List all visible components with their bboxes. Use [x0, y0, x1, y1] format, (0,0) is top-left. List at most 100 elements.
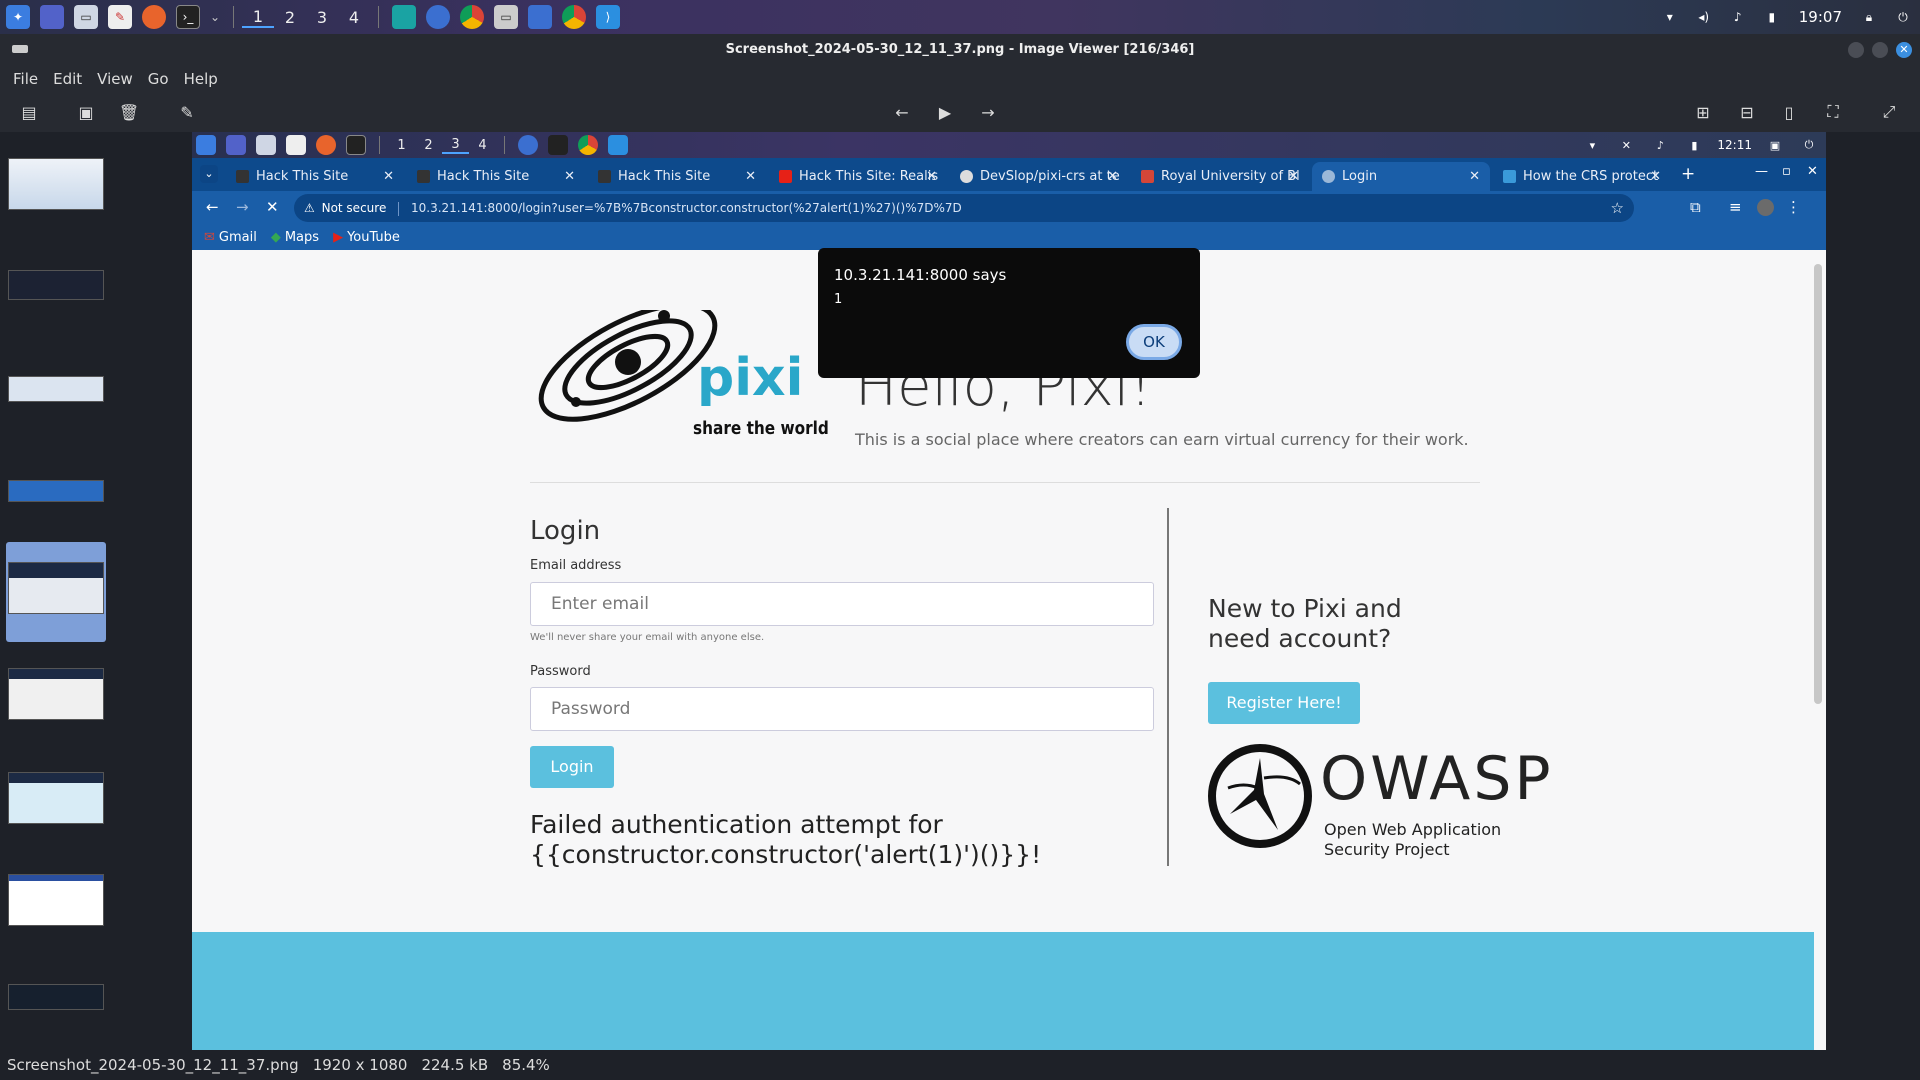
file-manager-icon[interactable]: ▭	[74, 5, 98, 29]
tab-close-icon: ✕	[745, 169, 756, 184]
save-icon[interactable]: ▣	[72, 98, 100, 126]
inner-workspace-2: 2	[424, 137, 433, 153]
extensions-icon: ⧉	[1690, 198, 1701, 216]
window-title: Screenshot_2024-05-30_12_11_37.png - Ima…	[725, 42, 1195, 57]
bookmark-gmail: Gmail	[218, 230, 257, 245]
thumbnail[interactable]	[8, 984, 104, 1010]
chevron-down-icon[interactable]: ⌄	[210, 5, 220, 29]
thumbnail[interactable]	[8, 668, 104, 720]
menu-go[interactable]: Go	[148, 70, 169, 88]
edit-icon[interactable]: ✎	[173, 98, 201, 126]
vscode-icon[interactable]: ⟩	[596, 5, 620, 29]
terminal-icon[interactable]: ›_	[176, 5, 200, 29]
tab: Royal University of Bl ✕	[1131, 162, 1309, 191]
minimize-button[interactable]	[1848, 42, 1864, 58]
tab-label: How the CRS protect	[1523, 169, 1659, 184]
bell-icon[interactable]: ♪	[1726, 5, 1750, 29]
thumbnail-sidebar	[0, 132, 190, 1050]
forward-arrow-icon: →	[236, 198, 249, 216]
chrome-icon[interactable]	[562, 5, 586, 29]
volume-icon[interactable]: ◂)	[1692, 5, 1716, 29]
thumbnail[interactable]	[8, 480, 104, 502]
tab-close-icon: ✕	[926, 169, 937, 184]
tab-favicon-icon	[236, 170, 249, 183]
slideshow-play-icon[interactable]: ▶	[931, 98, 959, 126]
fit-icon[interactable]: ⛶	[1819, 98, 1847, 126]
new-user-line1: New to Pixi and	[1208, 594, 1402, 623]
menu-edit[interactable]: Edit	[53, 70, 82, 88]
menu-view[interactable]: View	[97, 70, 133, 88]
youtube-favicon-icon	[779, 170, 792, 183]
browser-address-row: ← → ✕ ⚠ Not secure 10.3.21.141:8000/logi…	[192, 191, 1826, 225]
tab-search-icon: ⌄	[200, 165, 218, 183]
tab-close-icon: ✕	[383, 169, 394, 184]
inner-workspace-3: 3	[442, 137, 469, 154]
owasp-line1: Open Web Application	[1324, 820, 1502, 839]
chrome-icon[interactable]	[460, 5, 484, 29]
browser-tabstrip: ⌄ Hack This Site ✕ Hack This Site ✕ Hack T…	[192, 158, 1826, 191]
wifi-icon[interactable]: ▾	[1658, 5, 1682, 29]
workspace-4[interactable]: 4	[338, 8, 370, 27]
password-label: Password	[530, 664, 591, 679]
thumbnail[interactable]	[8, 158, 104, 210]
app-launcher-icon	[196, 135, 216, 155]
image-canvas: 1 2 3 4 ▾ ✕ ♪ ▮ 12:11 ▣ ⏻ ⌄ Hack This Si…	[192, 132, 1826, 1050]
minimize-icon: —	[1755, 164, 1768, 179]
zoom-out-icon[interactable]: ⊟	[1733, 98, 1761, 126]
thumbnail[interactable]	[8, 270, 104, 300]
close-button[interactable]: ✕	[1896, 42, 1912, 58]
tab-close-icon: ✕	[1288, 169, 1299, 184]
battery-icon[interactable]: ▮	[1760, 5, 1784, 29]
tab-label: DevSlop/pixi-crs at te	[980, 169, 1120, 184]
workspace-3[interactable]: 3	[306, 8, 338, 27]
window-group-icon[interactable]	[528, 5, 552, 29]
fail-message-line2: {{constructor.constructor('alert(1)')()}…	[530, 840, 1042, 869]
menu-file[interactable]: File	[13, 70, 38, 88]
text-editor-icon	[286, 135, 306, 155]
open-icon[interactable]: ▤	[15, 98, 43, 126]
app-icon[interactable]	[392, 5, 416, 29]
tab: Hack This Site ✕	[407, 162, 585, 191]
lock-icon: ▣	[1769, 138, 1781, 152]
next-arrow-icon[interactable]: →	[974, 98, 1002, 126]
thumbnail[interactable]	[8, 772, 104, 824]
bookmark-star-icon: ☆	[1610, 199, 1624, 217]
tab: DevSlop/pixi-crs at te ✕	[950, 162, 1128, 191]
menu-help[interactable]: Help	[184, 70, 218, 88]
thumbnail[interactable]	[8, 376, 104, 402]
workspace-2[interactable]: 2	[274, 8, 306, 27]
maximize-icon: ▫	[1782, 164, 1791, 179]
text-editor-icon[interactable]: ✎	[108, 5, 132, 29]
chrome-group-icon[interactable]	[426, 5, 450, 29]
delete-icon[interactable]: 🗑︎	[115, 98, 143, 126]
power-icon[interactable]: ⏻	[1891, 5, 1915, 29]
maximize-button[interactable]	[1872, 42, 1888, 58]
email-help-text: We'll never share your email with anyone…	[530, 632, 765, 643]
app-launcher-icon[interactable]: ✦	[6, 5, 30, 29]
workspace-1[interactable]: 1	[242, 7, 274, 28]
hero-subtitle: This is a social place where creators ca…	[855, 430, 1469, 449]
tab-close-icon: ✕	[1107, 169, 1118, 184]
thumbnail-selected[interactable]	[8, 562, 104, 614]
web-page: pixi share the world Hello, Pixi! This i…	[192, 248, 1826, 1050]
folder-group-icon[interactable]: ▭	[494, 5, 518, 29]
vertical-divider	[1167, 508, 1169, 866]
zoom-in-icon[interactable]: ⊞	[1689, 98, 1717, 126]
lock-icon[interactable]: 🔒︎	[1857, 5, 1881, 29]
divider	[378, 6, 379, 28]
firefox-icon	[316, 135, 336, 155]
original-size-icon[interactable]: ▯	[1775, 98, 1803, 126]
bookmark-maps: Maps	[284, 230, 320, 245]
fullscreen-icon[interactable]: ⤢	[1875, 98, 1903, 126]
dialog-ok-button: OK	[1126, 324, 1182, 360]
desktop-icon[interactable]	[40, 5, 64, 29]
thumbnail[interactable]	[8, 874, 104, 926]
inner-clock: 12:11	[1717, 138, 1752, 152]
clock[interactable]: 19:07	[1799, 8, 1842, 26]
terminal-icon	[346, 135, 366, 155]
email-label: Email address	[530, 558, 622, 573]
previous-arrow-icon[interactable]: ←	[888, 98, 916, 126]
tab-favicon-icon	[598, 170, 611, 183]
inner-workspace-4: 4	[478, 137, 487, 153]
firefox-icon[interactable]	[142, 5, 166, 29]
